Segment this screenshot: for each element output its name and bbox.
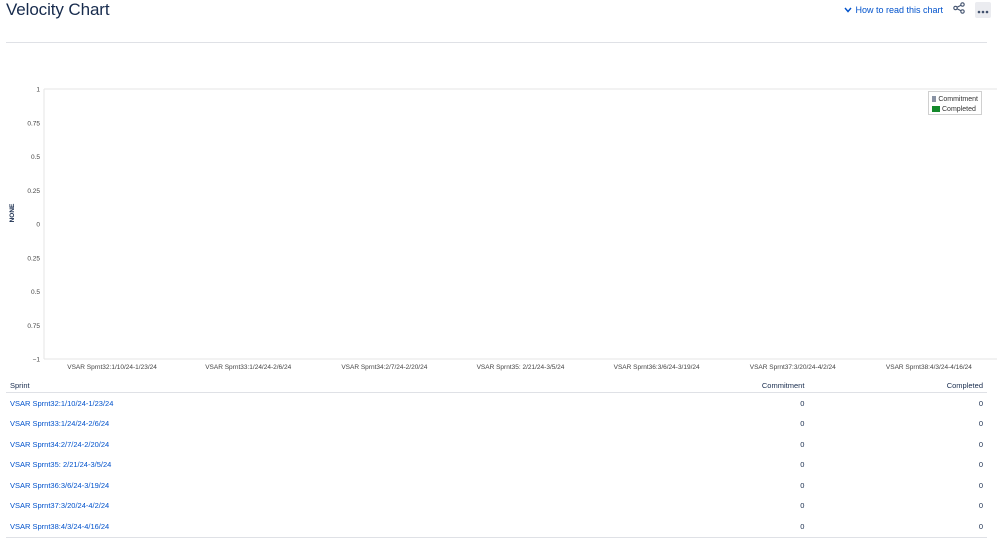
x-tick-label: VSAR Sprnt38:4/3/24-4/16/24 [886, 364, 972, 371]
legend-item-commitment[interactable]: Commitment [932, 94, 978, 104]
commitment-value: 0 [800, 398, 805, 408]
completed-value: 0 [810, 516, 987, 538]
completed-value: 0 [978, 480, 983, 490]
sprint-link[interactable]: VSAR Sprnt38:4/3/24-4/16/24 [6, 516, 693, 538]
commitment-value: 0 [800, 419, 805, 429]
y-tick-label: 0.75 [27, 120, 40, 127]
x-tick-label: VSAR Sprnt32:1/10/24-1/23/24 [67, 364, 157, 371]
sprint-link[interactable]: VSAR Sprnt35: 2/21/24-3/5/24 [6, 455, 693, 476]
table-row: VSAR Sprnt37:3/20/24-4/2/24 0 0 [6, 496, 987, 517]
y-axis-label: NONE [9, 203, 16, 222]
sprint-link[interactable]: VSAR Sprnt36:3/6/24-3/19/24 [6, 475, 693, 496]
how-to-read-link[interactable]: How to read this chart [844, 5, 943, 15]
table-row: VSAR Sprnt32:1/10/24-1/23/24 0 0 [6, 393, 987, 414]
legend-swatch-commitment [932, 96, 937, 102]
legend-label-commitment: Commitment [938, 95, 978, 103]
y-tick-label: 0.75 [27, 323, 40, 330]
how-to-read-label: How to read this chart [855, 5, 943, 15]
x-axis-ticks: VSAR Sprnt32:1/10/24-1/23/24 VSAR Sprnt33… [67, 364, 972, 371]
completed-value: 0 [978, 501, 983, 511]
x-tick-label: VSAR Sprnt33:1/24/24-2/6/24 [205, 364, 291, 371]
completed-value: 0 [978, 460, 983, 470]
sprint-table: Sprint Commitment Completed VSAR Sprnt32… [6, 379, 987, 538]
commitment-value: 0 [800, 480, 805, 490]
legend-item-completed[interactable]: Completed [932, 104, 978, 114]
completed-value: 0 [978, 419, 983, 429]
completed-value: 0 [978, 439, 983, 449]
chevron-down-icon [844, 6, 852, 15]
table-row: VSAR Sprnt35: 2/21/24-3/5/24 0 0 [6, 455, 987, 476]
x-tick-label: VSAR Sprnt34:2/7/24-2/20/24 [341, 364, 427, 371]
header-sprint[interactable]: Sprint [6, 379, 693, 393]
table-row: VSAR Sprnt36:3/6/24-3/19/24 0 0 [6, 475, 987, 496]
y-tick-label: 0.25 [27, 188, 40, 195]
header-actions: How to read this chart [844, 2, 991, 18]
chart-grid [43, 88, 997, 360]
completed-value: 0 [978, 398, 983, 408]
x-tick-label: VSAR Sprnt37:3/20/24-4/2/24 [750, 364, 836, 371]
header-completed[interactable]: Completed [810, 379, 987, 393]
sprint-link[interactable]: VSAR Sprnt32:1/10/24-1/23/24 [6, 393, 693, 414]
share-button[interactable] [951, 2, 967, 18]
table-header-row: Sprint Commitment Completed [6, 379, 987, 393]
y-tick-label: 1 [36, 87, 40, 94]
share-icon [953, 1, 965, 19]
table-row: VSAR Sprnt34:2/7/24-2/20/24 0 0 [6, 434, 987, 455]
sprint-link[interactable]: VSAR Sprnt37:3/20/24-4/2/24 [6, 496, 693, 517]
commitment-value: 0 [800, 501, 805, 511]
commitment-value: 0 [800, 460, 805, 470]
y-tick-label: 0 [36, 222, 40, 229]
x-tick-label: VSAR Sprnt36:3/6/24-3/19/24 [614, 364, 700, 371]
y-axis-ticks: 1 0.75 0.5 0.25 0 0.25 0.5 0.75 −1 [27, 87, 40, 364]
y-tick-label: 0.5 [31, 154, 40, 161]
table-row: VSAR Sprnt33:1/24/24-2/6/24 0 0 [6, 414, 987, 435]
chart-legend: Commitment Completed [928, 91, 982, 115]
y-tick-label: −1 [33, 357, 41, 364]
velocity-chart: NONE 1 0.75 0.5 0.25 0 0.25 0.5 0.75 −1 VSAR Spr… [9, 87, 997, 371]
table-row: VSAR Sprnt38:4/3/24-4/16/24 0 0 [6, 516, 987, 538]
y-tick-label: 0.5 [31, 289, 40, 296]
more-icon [977, 1, 989, 19]
header-divider [6, 42, 987, 43]
sprint-link[interactable]: VSAR Sprnt33:1/24/24-2/6/24 [6, 414, 693, 435]
more-button[interactable] [975, 2, 991, 18]
commitment-value: 0 [800, 439, 805, 449]
page-title: Velocity Chart [6, 0, 110, 19]
commitment-value: 0 [692, 516, 811, 538]
legend-swatch-completed [932, 106, 940, 112]
header-commitment[interactable]: Commitment [692, 379, 811, 393]
x-tick-label: VSAR Sprnt35: 2/21/24-3/5/24 [477, 364, 565, 371]
sprint-link[interactable]: VSAR Sprnt34:2/7/24-2/20/24 [6, 434, 693, 455]
legend-label-completed: Completed [942, 105, 976, 113]
y-tick-label: 0.25 [27, 255, 40, 262]
